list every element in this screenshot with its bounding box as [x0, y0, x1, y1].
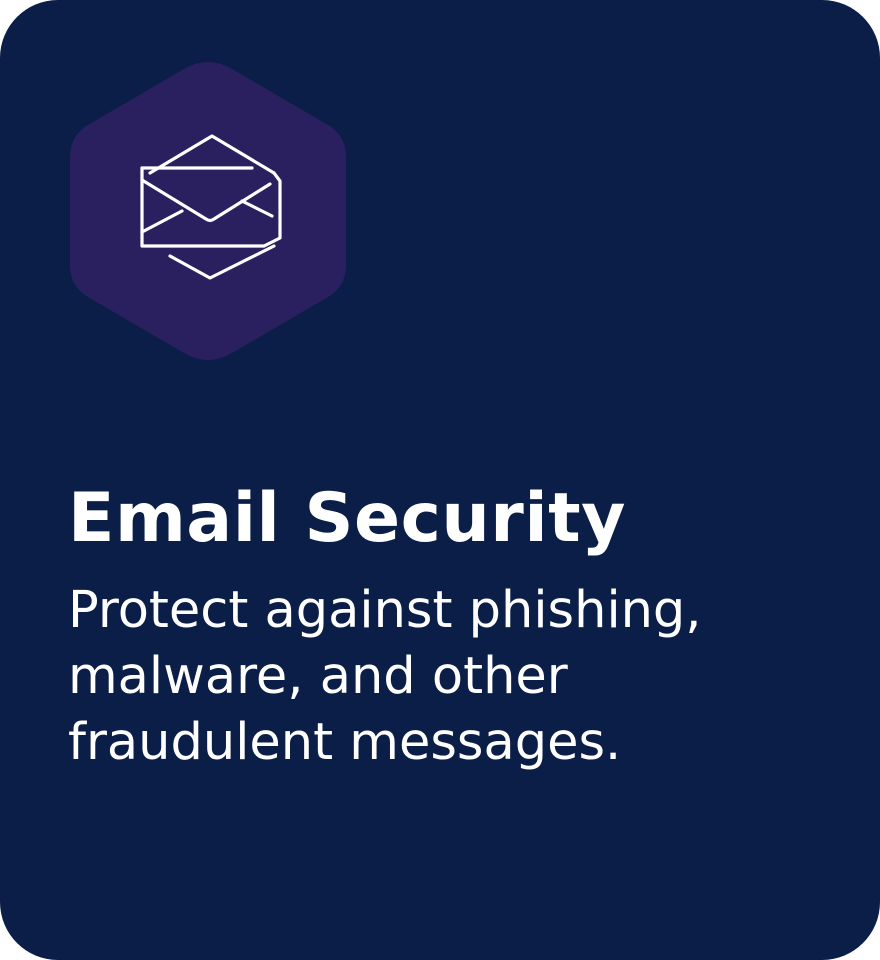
card-description: Protect against phishing, malware, and o…: [68, 581, 702, 772]
email-security-card[interactable]: Email Security Protect against phishing,…: [0, 0, 880, 960]
card-title: Email Security: [68, 479, 626, 558]
email-envelope-icon: [70, 62, 346, 360]
